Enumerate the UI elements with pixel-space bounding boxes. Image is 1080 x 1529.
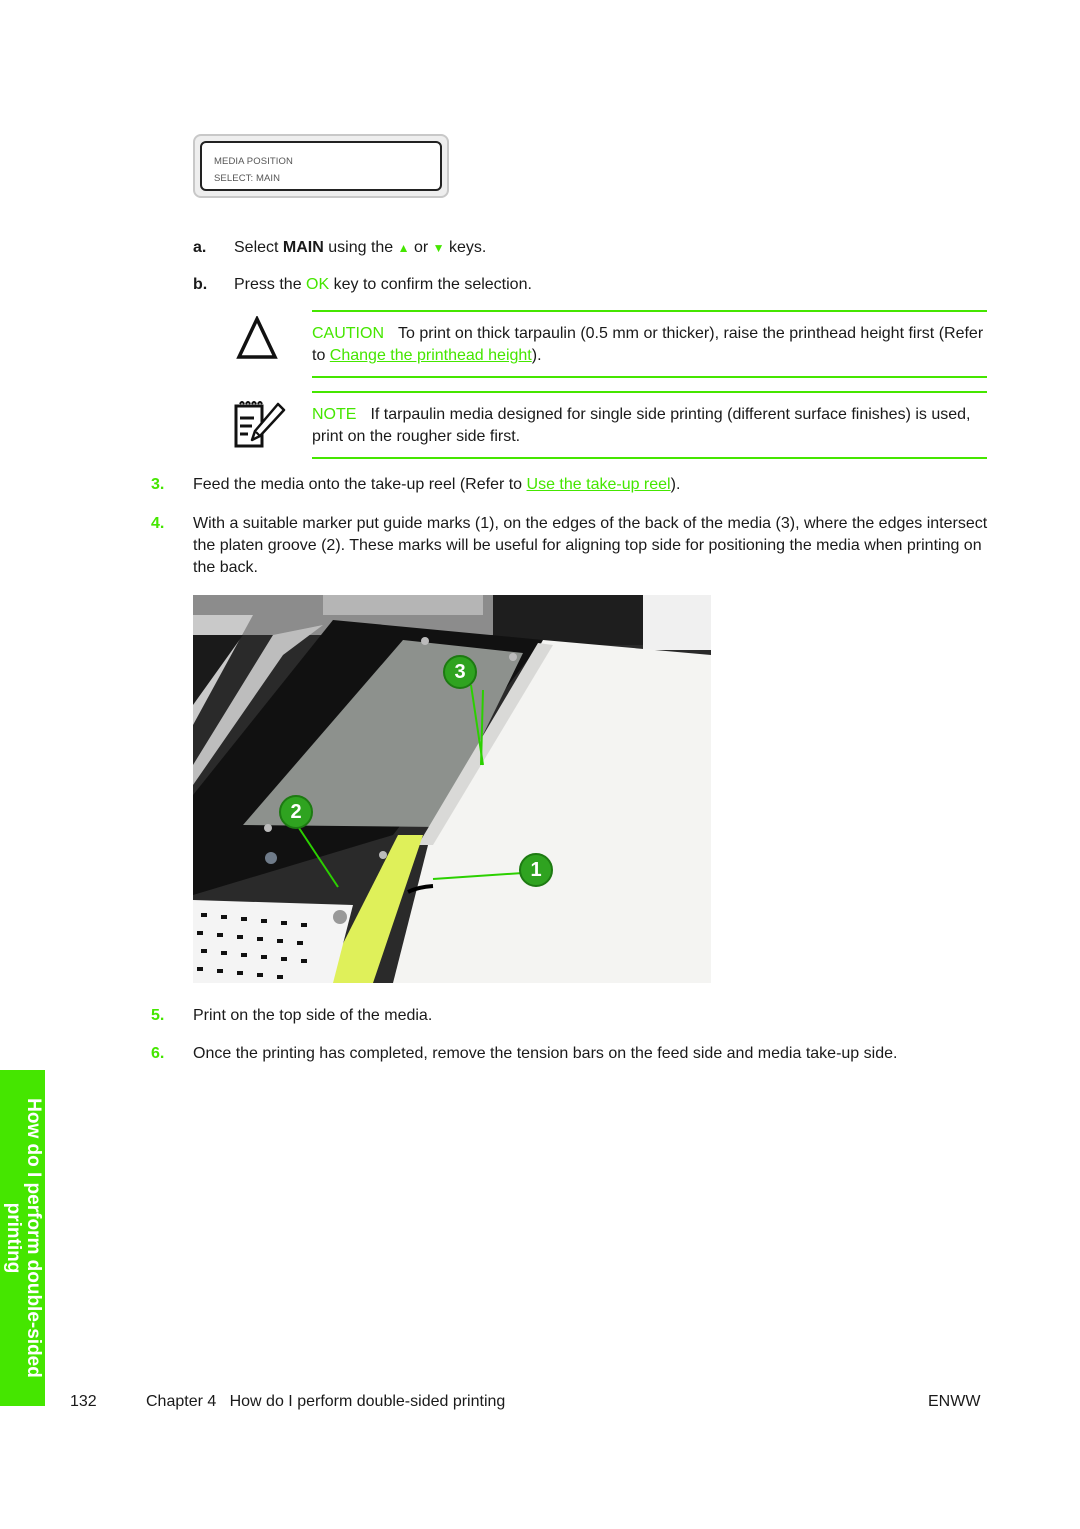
step-5: 5. Print on the top side of the media. — [151, 1005, 993, 1027]
text: ). — [531, 347, 542, 364]
callout-2: 2 — [279, 795, 313, 829]
step-3: 3. Feed the media onto the take-up reel … — [151, 474, 993, 496]
step-text: Once the printing has completed, remove … — [193, 1045, 898, 1062]
substep-text: Press the OK key to confirm the selectio… — [234, 275, 532, 295]
lcd-line-1: MEDIA POSITION — [214, 156, 293, 167]
ok-key-label: OK — [306, 276, 330, 293]
chapter-side-tab-label: How do I perform double-sided printing — [2, 1070, 44, 1406]
note-notepad-pencil-icon — [234, 401, 286, 448]
chapter-side-tab: How do I perform double-sided printing — [0, 1070, 45, 1406]
step-number: 4. — [151, 515, 165, 532]
lcd-panel-image: MEDIA POSITION SELECT: MAIN — [193, 134, 449, 198]
text: Press the — [234, 276, 307, 293]
callout-1: 1 — [519, 853, 553, 887]
note-top-rule — [312, 391, 987, 393]
text: Select — [234, 239, 283, 256]
change-printhead-height-link[interactable]: Change the printhead height — [330, 347, 532, 364]
step-number: 6. — [151, 1045, 165, 1062]
substep-text: Select MAIN using the ▲ or ▼ keys. — [234, 238, 486, 258]
text: keys. — [444, 239, 487, 256]
main-keyword: MAIN — [282, 239, 324, 256]
caution-keyword: CAUTION — [312, 325, 384, 342]
platen-photo: 3 2 1 — [193, 595, 711, 983]
step-text: Feed the media onto the take-up reel (Re… — [193, 476, 527, 493]
lcd-line-2: SELECT: MAIN — [214, 173, 281, 184]
caution-notice: CAUTION To print on thick tarpaulin (0.5 … — [312, 323, 992, 367]
text: using the — [323, 239, 398, 256]
step-number: 3. — [151, 476, 165, 493]
use-take-up-reel-link[interactable]: Use the take-up reel — [527, 476, 671, 493]
caution-triangle-icon — [236, 316, 278, 359]
down-arrow-key-icon: ▼ — [432, 241, 445, 255]
page-number: 132 — [70, 1393, 97, 1410]
platen-photo-illustration — [193, 595, 711, 983]
side-tab-line-1: How do I perform double-sided — [22, 1098, 44, 1378]
callout-3: 3 — [443, 655, 477, 689]
step-text: Print on the top side of the media. — [193, 1007, 433, 1024]
text: ). — [670, 476, 681, 493]
text: or — [409, 239, 433, 256]
step-6: 6. Once the printing has completed, remo… — [151, 1043, 993, 1065]
step-4: 4. With a suitable marker put guide mark… — [151, 513, 988, 579]
up-arrow-key-icon: ▲ — [397, 241, 410, 255]
substep-label: a. — [193, 239, 207, 256]
step-text: With a suitable marker put guide marks (… — [193, 515, 988, 576]
substep-label: b. — [193, 276, 208, 293]
note-keyword: NOTE — [312, 406, 357, 423]
side-tab-line-2: printing — [2, 1202, 24, 1274]
caution-top-rule — [312, 310, 987, 312]
text: key to confirm the selection. — [329, 276, 532, 293]
footer-chapter-title: Chapter 4 How do I perform double-sided … — [146, 1393, 506, 1410]
note-notice: NOTE If tarpaulin media designed for sing… — [312, 404, 992, 448]
note-bottom-rule — [312, 457, 987, 459]
footer-locale: ENWW — [928, 1393, 981, 1410]
note-text: If tarpaulin media designed for single s… — [312, 406, 971, 445]
caution-bottom-rule — [312, 376, 987, 378]
step-number: 5. — [151, 1007, 165, 1024]
lcd-screen: MEDIA POSITION SELECT: MAIN — [200, 141, 442, 191]
